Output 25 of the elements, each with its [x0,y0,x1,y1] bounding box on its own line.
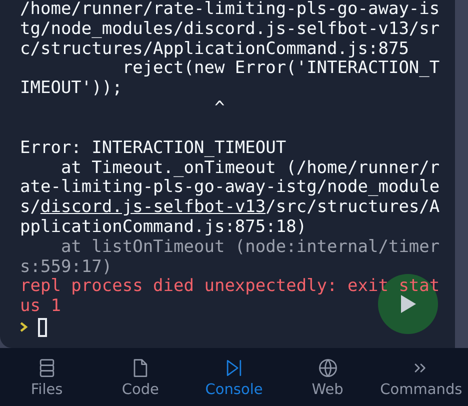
console-line: Error: INTERACTION_TIMEOUT [20,136,286,159]
nav-tab[interactable]: Code [94,348,188,406]
prompt-chevron-icon [20,322,28,332]
console-line: reject(new Error('INTERACTION_T [121,59,440,80]
console-line: ^ [213,98,225,119]
console-line: repl process died unexpectedly: exit stat [20,277,440,298]
text-cursor [38,318,47,337]
console-line: tg/node_modules/discord.js-selfbot-v13/sr [20,20,440,40]
console-line: at Timeout._onTimeout (/home/runner/r [60,158,440,178]
console-line: /home/runner/rate-limiting-pls-go-away-is [20,0,440,20]
nav-tab[interactable]: Commands [374,348,468,406]
console-line: IMEOUT')); [20,79,122,99]
play-icon [399,294,417,314]
console-line: s/discord.js-selfbot-v13/src/structures/A [20,198,440,218]
nav-tab[interactable]: Web [280,348,374,406]
console-line: s:559:17) [20,258,112,278]
console-line: c/structures/ApplicationCommand.js:875 [20,40,409,60]
console-line: at listOnTimeout (node:internal/timer [60,238,440,258]
console-line: ate-limiting-pls-go-away-istg/node_module [20,178,440,198]
console-line: pplicationCommand.js:875:18) [20,218,307,238]
nav-tab[interactable]: Console [187,348,281,406]
console-line: us 1 [20,297,61,317]
globe-icon [316,356,339,378]
nav-tab[interactable]: Files [0,348,94,406]
file-link[interactable]: discord.js-selfbot-v13 [40,197,266,218]
